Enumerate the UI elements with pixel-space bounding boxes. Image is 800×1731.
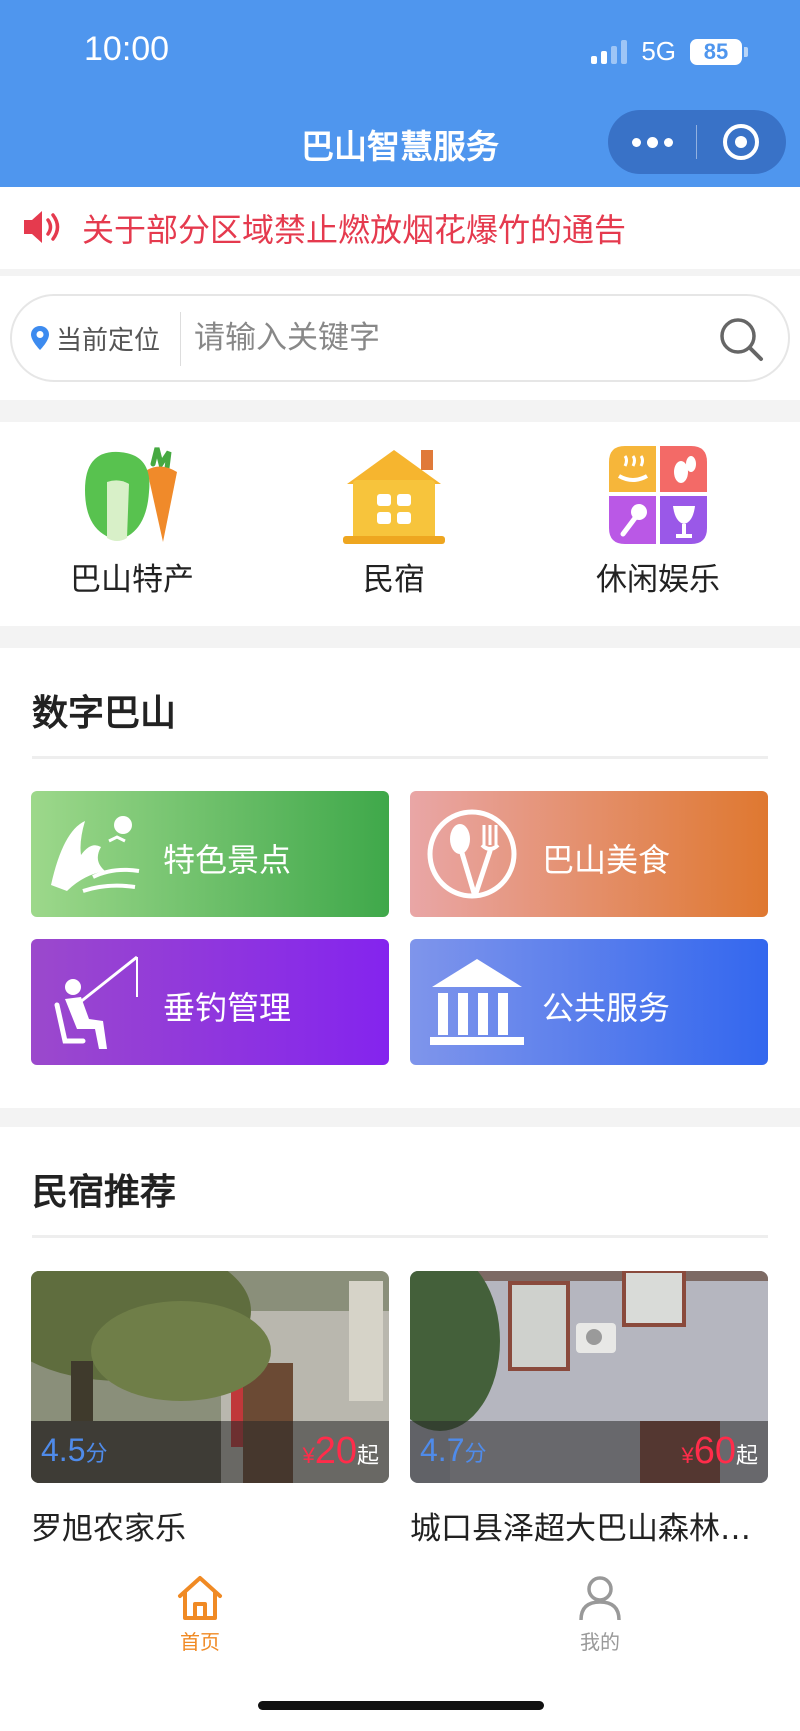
home-icon bbox=[178, 1576, 222, 1620]
notice-bar[interactable]: 关于部分区域禁止燃放烟花爆竹的通告 bbox=[0, 187, 800, 269]
homestay-name: 城口县泽超大巴山森林人家 bbox=[410, 1511, 768, 1547]
spoon-fork-icon bbox=[427, 809, 517, 899]
tab-home[interactable]: 首页 bbox=[130, 1574, 270, 1655]
category-row: 巴山特产 民宿 休闲娱乐 bbox=[0, 422, 800, 626]
tab-label: 我的 bbox=[580, 1630, 620, 1654]
house-icon bbox=[343, 450, 445, 544]
category-label: 休闲娱乐 bbox=[596, 562, 720, 598]
miniprogram-capsule bbox=[608, 110, 786, 174]
location-button[interactable]: 当前定位 bbox=[30, 296, 160, 380]
category-label: 巴山特产 bbox=[70, 562, 194, 598]
homestay-photo: 4.7分 ¥60起 bbox=[410, 1271, 768, 1483]
section-title: 数字巴山 bbox=[32, 693, 177, 734]
tile-label: 垂钓管理 bbox=[163, 989, 292, 1027]
tile-public-services[interactable]: 公共服务 bbox=[410, 939, 768, 1065]
home-indicator bbox=[258, 1701, 544, 1710]
tile-label: 特色景点 bbox=[163, 841, 292, 879]
search-input[interactable] bbox=[194, 310, 714, 366]
tile-label: 公共服务 bbox=[542, 989, 671, 1027]
signal-icon bbox=[591, 39, 628, 64]
government-building-icon bbox=[430, 959, 524, 1045]
search-box: 当前定位 bbox=[10, 294, 790, 382]
tab-mine[interactable]: 我的 bbox=[530, 1574, 670, 1655]
homestay-section: 民宿推荐 4.5分 ¥20起 罗旭农家乐 4.7分 ¥60起 城口县泽超大巴山森… bbox=[0, 1127, 800, 1567]
mountain-scenery-icon bbox=[51, 816, 140, 893]
notice-text[interactable]: 关于部分区域禁止燃放烟花爆竹的通告 bbox=[82, 205, 626, 251]
speaker-icon bbox=[24, 211, 60, 243]
user-icon bbox=[579, 1576, 621, 1621]
close-target-icon[interactable] bbox=[697, 110, 785, 174]
category-homestay[interactable]: 民宿 bbox=[294, 442, 494, 599]
category-label: 民宿 bbox=[363, 562, 425, 598]
header-bar: 10:00 5G 85 巴山智慧服务 bbox=[0, 0, 800, 187]
section-title: 民宿推荐 bbox=[32, 1172, 177, 1213]
digital-bashan-section: 数字巴山 特色景点 巴山美食 垂钓管理 公共服务 bbox=[0, 648, 800, 1108]
rating-score: 4.5分 bbox=[41, 1432, 108, 1468]
battery-icon: 85 bbox=[690, 38, 748, 65]
search-icon[interactable] bbox=[718, 316, 764, 362]
tile-label: 巴山美食 bbox=[542, 841, 671, 879]
more-icon[interactable] bbox=[608, 110, 696, 174]
rating-score: 4.7分 bbox=[420, 1432, 487, 1468]
status-indicators: 5G 85 bbox=[591, 36, 748, 67]
tile-fishing-management[interactable]: 垂钓管理 bbox=[31, 939, 389, 1065]
category-leisure[interactable]: 休闲娱乐 bbox=[558, 442, 758, 599]
tile-scenic-spots[interactable]: 特色景点 bbox=[31, 791, 389, 917]
homestay-card[interactable]: 4.5分 ¥20起 罗旭农家乐 bbox=[31, 1271, 389, 1548]
tile-local-food[interactable]: 巴山美食 bbox=[410, 791, 768, 917]
vegetables-icon bbox=[85, 447, 177, 542]
homestay-card[interactable]: 4.7分 ¥60起 城口县泽超大巴山森林人家 bbox=[410, 1271, 768, 1548]
price-tag: ¥20起 bbox=[302, 1430, 379, 1472]
search-section: 当前定位 bbox=[0, 276, 800, 400]
leisure-grid-icon bbox=[609, 446, 707, 544]
battery-level: 85 bbox=[690, 38, 742, 65]
homestay-photo: 4.5分 ¥20起 bbox=[31, 1271, 389, 1483]
category-specialty[interactable]: 巴山特产 bbox=[32, 442, 232, 599]
status-time: 10:00 bbox=[84, 30, 170, 68]
location-pin-icon bbox=[31, 326, 49, 350]
fishing-icon bbox=[54, 955, 138, 1049]
price-tag: ¥60起 bbox=[681, 1430, 758, 1472]
homestay-name: 罗旭农家乐 bbox=[31, 1511, 186, 1547]
tab-label: 首页 bbox=[180, 1630, 220, 1654]
network-type: 5G bbox=[641, 36, 676, 66]
location-label: 当前定位 bbox=[56, 325, 161, 356]
